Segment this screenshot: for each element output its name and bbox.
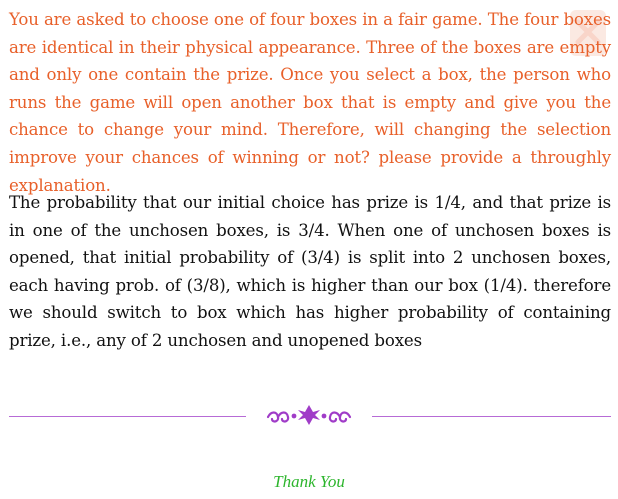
question-text: You are asked to choose one of four boxe… <box>9 10 611 195</box>
thank-you-text: Thank You <box>273 472 345 491</box>
divider-line-right <box>372 416 611 417</box>
divider-line-left <box>9 416 246 417</box>
answer-text: The probability that our initial choice … <box>9 193 611 350</box>
floral-ornament-icon <box>266 405 352 425</box>
